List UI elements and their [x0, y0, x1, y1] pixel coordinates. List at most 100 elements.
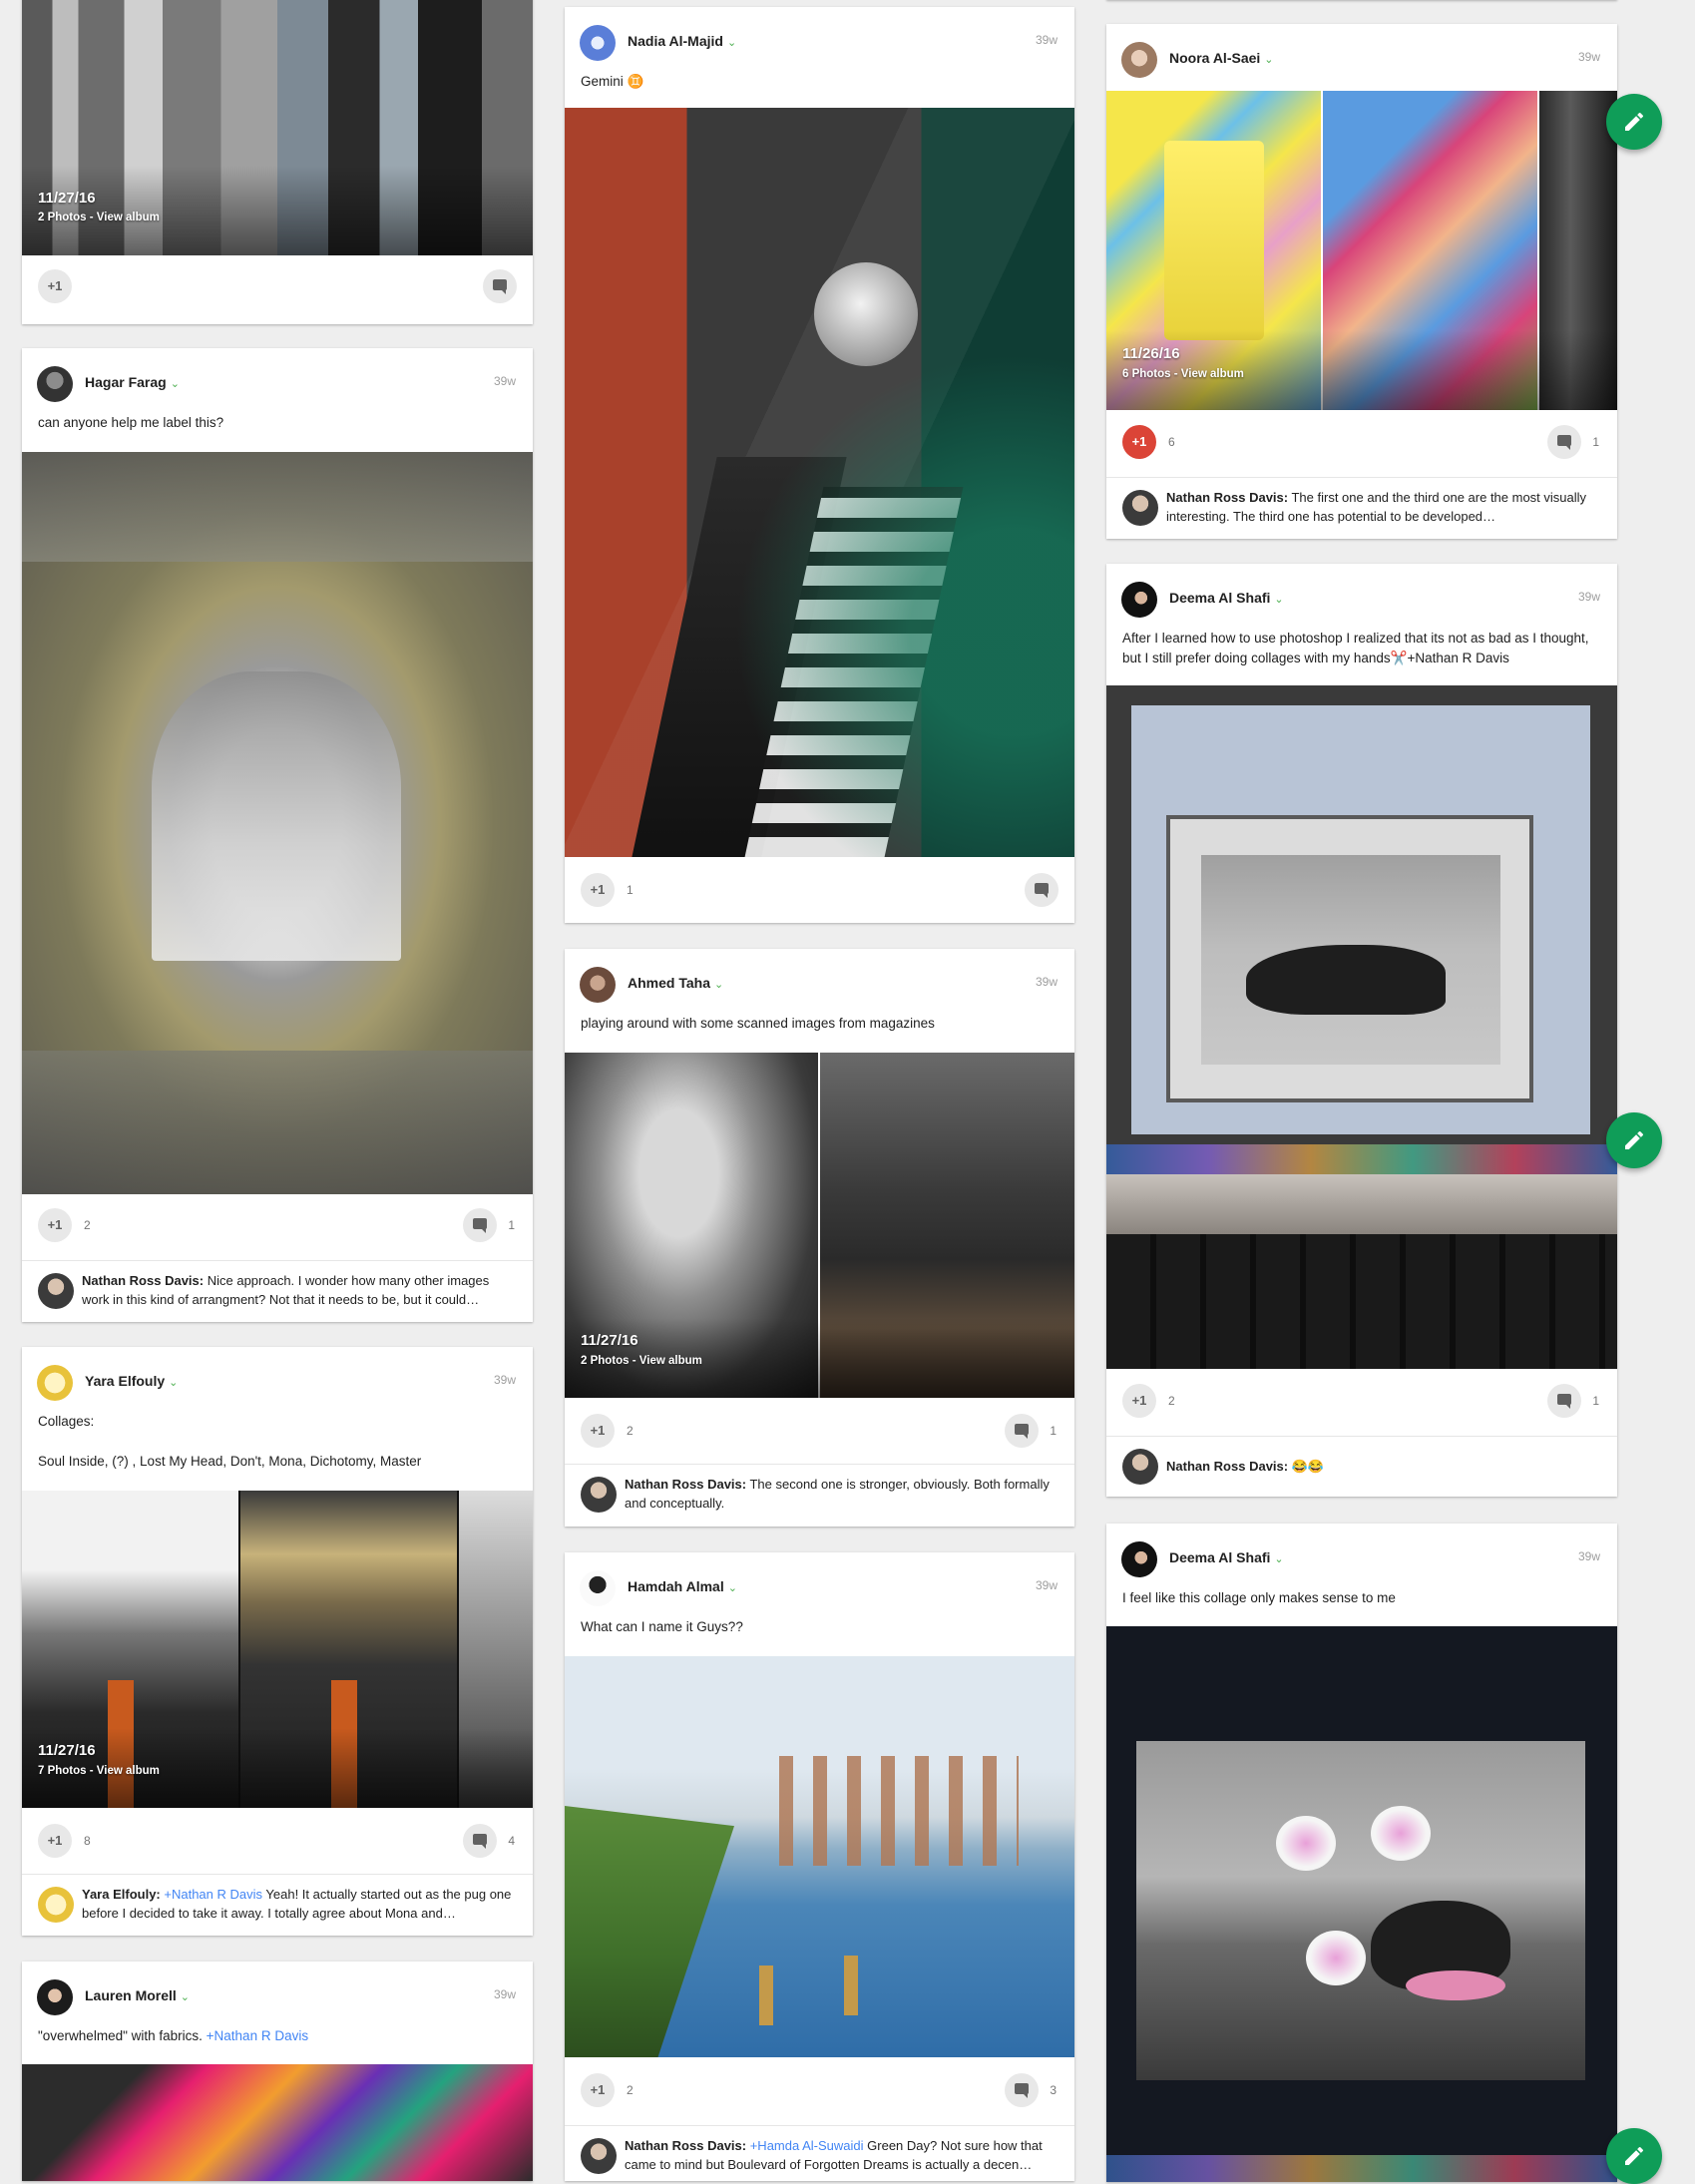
comment-preview[interactable]: Nathan Ross Davis: Nice approach. I wond… [22, 1260, 533, 1322]
avatar[interactable] [37, 366, 73, 402]
post-image[interactable] [565, 1656, 1074, 2057]
post-time[interactable]: 39w [1578, 1549, 1600, 1563]
author-name[interactable]: Yara Elfouly ⌄ [85, 1373, 178, 1389]
chevron-down-icon[interactable]: ⌄ [1274, 593, 1283, 606]
author-name[interactable]: Deema Al Shafi ⌄ [1169, 590, 1284, 606]
post-image[interactable] [22, 452, 533, 1194]
avatar[interactable] [580, 25, 616, 61]
chevron-down-icon[interactable]: ⌄ [728, 1581, 737, 1594]
post-time[interactable]: 39w [494, 1987, 516, 2001]
comment-icon[interactable] [1547, 1384, 1581, 1418]
avatar[interactable] [38, 1273, 74, 1309]
post-time[interactable]: 39w [494, 1373, 516, 1387]
avatar[interactable] [1121, 1541, 1157, 1577]
plus-one-button[interactable]: +1 [38, 269, 72, 303]
chevron-down-icon[interactable]: ⌄ [181, 1990, 190, 2003]
post-actions: +1 2 1 [581, 1414, 1059, 1450]
post-time[interactable]: 39w [1578, 590, 1600, 604]
avatar[interactable] [37, 1365, 73, 1401]
post-header: Nadia Al-Majid ⌄ 39w [580, 21, 1059, 65]
post-text: Collages: [38, 1414, 95, 1429]
author-name[interactable]: Lauren Morell ⌄ [85, 1987, 190, 2003]
author-name[interactable]: Ahmed Taha ⌄ [628, 975, 723, 991]
post-time[interactable]: 39w [1036, 975, 1058, 989]
post-time[interactable]: 39w [1036, 1578, 1058, 1592]
post-time[interactable]: 39w [1036, 33, 1058, 47]
avatar[interactable] [37, 1979, 73, 2015]
comment-preview[interactable]: Nathan Ross Davis: 😂😂 [1106, 1436, 1617, 1497]
post-image[interactable] [1106, 685, 1617, 1369]
comment-text: Nathan Ross Davis: 😂😂 [1166, 1459, 1325, 1474]
avatar[interactable] [581, 2138, 617, 2174]
album-image[interactable]: 11/27/16 7 Photos - View album [22, 1491, 533, 1808]
album-image[interactable]: 11/27/16 2 Photos - View album [22, 0, 533, 255]
avatar[interactable] [580, 1570, 616, 1606]
avatar[interactable] [580, 967, 616, 1003]
comment-icon[interactable] [1005, 2073, 1039, 2107]
comment-icon[interactable] [463, 1824, 497, 1858]
author-name[interactable]: Hagar Farag ⌄ [85, 374, 180, 390]
comment-count: 1 [1592, 435, 1599, 449]
comment-icon[interactable] [1547, 425, 1581, 459]
chevron-down-icon[interactable]: ⌄ [171, 377, 180, 390]
post-image[interactable] [565, 108, 1074, 857]
chevron-down-icon[interactable]: ⌄ [727, 36, 736, 49]
comment-preview[interactable]: Yara Elfouly: +Nathan R Davis Yeah! It a… [22, 1874, 533, 1936]
compose-button[interactable] [1606, 1112, 1662, 1168]
avatar[interactable] [1122, 490, 1158, 526]
comment-count: 1 [1592, 1394, 1599, 1408]
avatar[interactable] [1121, 42, 1157, 78]
post-card: Hagar Farag ⌄ 39w can anyone help me labe… [22, 348, 533, 1322]
comment-icon[interactable] [1025, 873, 1059, 907]
post-actions: +1 2 1 [1122, 1384, 1601, 1420]
compose-button[interactable] [1606, 2128, 1662, 2184]
chevron-down-icon[interactable]: ⌄ [1274, 1552, 1283, 1565]
plus-one-button[interactable]: +1 [581, 873, 615, 907]
comment-icon[interactable] [483, 269, 517, 303]
view-album-link[interactable]: 2 Photos - View album [581, 1355, 702, 1367]
post-header: Noora Al-Saei ⌄ 39w [1121, 38, 1602, 82]
post-time[interactable]: 39w [494, 374, 516, 388]
album-image[interactable]: 11/27/16 2 Photos - View album [565, 1053, 1074, 1398]
post-image[interactable] [22, 2064, 533, 2181]
pencil-icon [1625, 1130, 1644, 1149]
plus-one-button[interactable]: +1 [1122, 425, 1156, 459]
plus-one-button[interactable]: +1 [38, 1824, 72, 1858]
album-image[interactable]: 11/26/16 6 Photos - View album [1106, 91, 1617, 410]
comment-icon[interactable] [463, 1208, 497, 1242]
plus-one-button[interactable]: +1 [1122, 1384, 1156, 1418]
post-image[interactable] [1106, 1626, 1617, 2182]
post-card: Hamdah Almal ⌄ 39w What can I name it Guy… [565, 1552, 1074, 2181]
avatar[interactable] [1121, 582, 1157, 618]
comment-preview[interactable]: Nathan Ross Davis: The second one is str… [565, 1464, 1074, 1527]
plus-one-count: 2 [627, 1424, 634, 1438]
post-card: Nadia Al-Majid ⌄ 39w Gemini ♊ +1 1 [565, 7, 1074, 923]
view-album-link[interactable]: 6 Photos - View album [1122, 368, 1244, 380]
album-date: 11/26/16 [1122, 345, 1180, 362]
author-name[interactable]: Deema Al Shafi ⌄ [1169, 1549, 1284, 1565]
avatar[interactable] [1122, 1449, 1158, 1485]
plus-one-count: 2 [84, 1218, 91, 1232]
author-name[interactable]: Noora Al-Saei ⌄ [1169, 50, 1274, 66]
view-album-link[interactable]: 2 Photos - View album [38, 212, 160, 223]
plus-one-button[interactable]: +1 [581, 1414, 615, 1448]
post-text: After I learned how to use photoshop I r… [1122, 631, 1589, 665]
comment-preview[interactable]: Nathan Ross Davis: The first one and the… [1106, 477, 1617, 539]
view-album-link[interactable]: 7 Photos - View album [38, 1765, 160, 1777]
plus-one-button[interactable]: +1 [38, 1208, 72, 1242]
chevron-down-icon[interactable]: ⌄ [1264, 53, 1273, 66]
avatar[interactable] [38, 1887, 74, 1923]
plus-one-button[interactable]: +1 [581, 2073, 615, 2107]
chevron-down-icon[interactable]: ⌄ [714, 978, 723, 991]
comment-icon[interactable] [1005, 1414, 1039, 1448]
avatar[interactable] [581, 1477, 617, 1513]
post-text: playing around with some scanned images … [581, 1016, 935, 1031]
chevron-down-icon[interactable]: ⌄ [169, 1376, 178, 1389]
comment-preview[interactable]: Nathan Ross Davis: +Hamda Al-Suwaidi Gre… [565, 2125, 1074, 2181]
post-actions: +1 2 3 [581, 2073, 1059, 2109]
compose-button[interactable] [1606, 94, 1662, 150]
post-time[interactable]: 39w [1578, 50, 1600, 64]
author-name[interactable]: Hamdah Almal ⌄ [628, 1578, 737, 1594]
author-name[interactable]: Nadia Al-Majid ⌄ [628, 33, 736, 49]
post-header: Yara Elfouly ⌄ 39w [37, 1361, 518, 1405]
